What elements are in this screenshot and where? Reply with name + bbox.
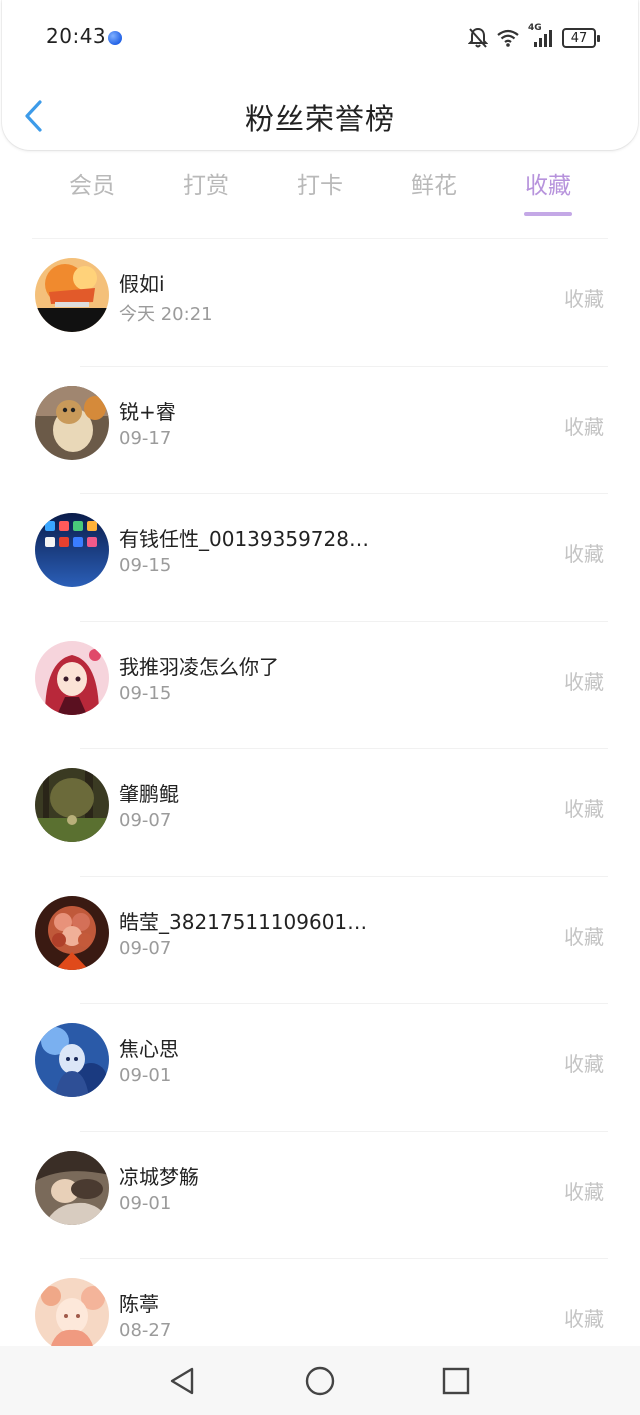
active-tab-indicator <box>524 212 572 216</box>
avatar[interactable] <box>35 258 109 332</box>
system-nav-bar <box>0 1346 640 1415</box>
avatar[interactable] <box>35 385 109 460</box>
favorite-label: 收藏 <box>564 1307 604 1331</box>
back-triangle-icon[interactable] <box>168 1366 198 1396</box>
tab-tip[interactable]: 打赏 <box>156 166 256 200</box>
list-item[interactable]: 肇鹏鲲 09-07 收藏 <box>0 749 640 877</box>
favorite-label: 收藏 <box>564 797 604 821</box>
status-time: 20:43 <box>46 24 107 48</box>
fan-time: 09-01 <box>119 1065 172 1086</box>
fans-list: 假如i 今天 20:21 收藏 锐+睿 09-17 收藏 有钱任性_001393… <box>0 239 640 1387</box>
fan-time: 09-17 <box>119 427 172 449</box>
fan-name: 肇鹏鲲 <box>119 782 179 806</box>
tab-checkin[interactable]: 打卡 <box>270 166 370 200</box>
avatar[interactable] <box>35 1278 109 1352</box>
list-item[interactable]: 有钱任性_00139359728… 09-15 收藏 <box>0 494 640 622</box>
fan-name: 假如i <box>119 272 165 296</box>
fan-name: 焦心思 <box>119 1037 179 1061</box>
mute-bell-icon <box>468 27 488 48</box>
favorite-label: 收藏 <box>564 1179 604 1204</box>
fan-time: 今天 20:21 <box>119 304 213 325</box>
avatar[interactable] <box>35 1023 109 1097</box>
signal-icon: 4G <box>528 23 554 49</box>
avatar[interactable] <box>35 1150 109 1225</box>
wifi-icon <box>497 29 519 47</box>
fan-time: 09-01 <box>119 1192 172 1214</box>
recents-square-icon[interactable] <box>441 1366 471 1396</box>
list-item[interactable]: 锐+睿 09-17 收藏 <box>0 367 640 494</box>
favorite-label: 收藏 <box>564 287 604 311</box>
tab-flowers[interactable]: 鲜花 <box>384 166 484 200</box>
avatar[interactable] <box>35 640 109 715</box>
fan-name: 凉城梦觞 <box>119 1164 199 1189</box>
fan-time: 08-27 <box>119 1320 172 1341</box>
fan-name: 皓莹_38217511109601… <box>119 909 368 934</box>
fan-time: 09-07 <box>119 937 172 959</box>
battery-level: 47 <box>570 30 588 46</box>
avatar[interactable] <box>35 895 109 970</box>
fan-time: 09-15 <box>119 555 172 576</box>
tab-favorites[interactable]: 收藏 <box>498 166 598 200</box>
fan-name: 有钱任性_00139359728… <box>119 527 369 551</box>
favorite-label: 收藏 <box>564 669 604 694</box>
fan-name: 锐+睿 <box>119 399 176 424</box>
list-item[interactable]: 焦心思 09-01 收藏 <box>0 1004 640 1132</box>
list-item[interactable]: 假如i 今天 20:21 收藏 <box>0 239 640 367</box>
list-item[interactable]: 我推羽凌怎么你了 09-15 收藏 <box>0 622 640 749</box>
fan-time: 09-15 <box>119 682 172 704</box>
list-item[interactable]: 皓莹_38217511109601… 09-07 收藏 <box>0 877 640 1004</box>
favorite-label: 收藏 <box>564 1052 604 1076</box>
favorite-label: 收藏 <box>564 414 604 439</box>
battery-icon: 47 <box>562 28 600 48</box>
page-title: 粉丝荣誉榜 <box>244 102 395 136</box>
fan-name: 陈葶 <box>119 1292 159 1316</box>
favorite-label: 收藏 <box>564 924 604 949</box>
favorite-label: 收藏 <box>564 542 604 566</box>
avatar[interactable] <box>35 513 109 587</box>
status-icons: 4G 47 <box>468 23 600 50</box>
list-item[interactable]: 凉城梦觞 09-01 收藏 <box>0 1132 640 1259</box>
fan-name: 我推羽凌怎么你了 <box>119 654 279 679</box>
fans-honor-screen: 20:43 4G 47 粉丝荣誉榜 会员 打赏 打卡 鲜花 收藏 假如i 今天 … <box>0 0 640 1415</box>
home-circle-icon[interactable] <box>305 1366 335 1396</box>
app-notification-icon <box>108 31 122 45</box>
tab-bar: 会员 打赏 打卡 鲜花 收藏 <box>0 166 640 226</box>
avatar[interactable] <box>35 768 109 842</box>
tab-member[interactable]: 会员 <box>42 166 142 200</box>
fan-time: 09-07 <box>119 810 172 831</box>
status-bar: 20:43 4G 47 <box>0 0 640 76</box>
